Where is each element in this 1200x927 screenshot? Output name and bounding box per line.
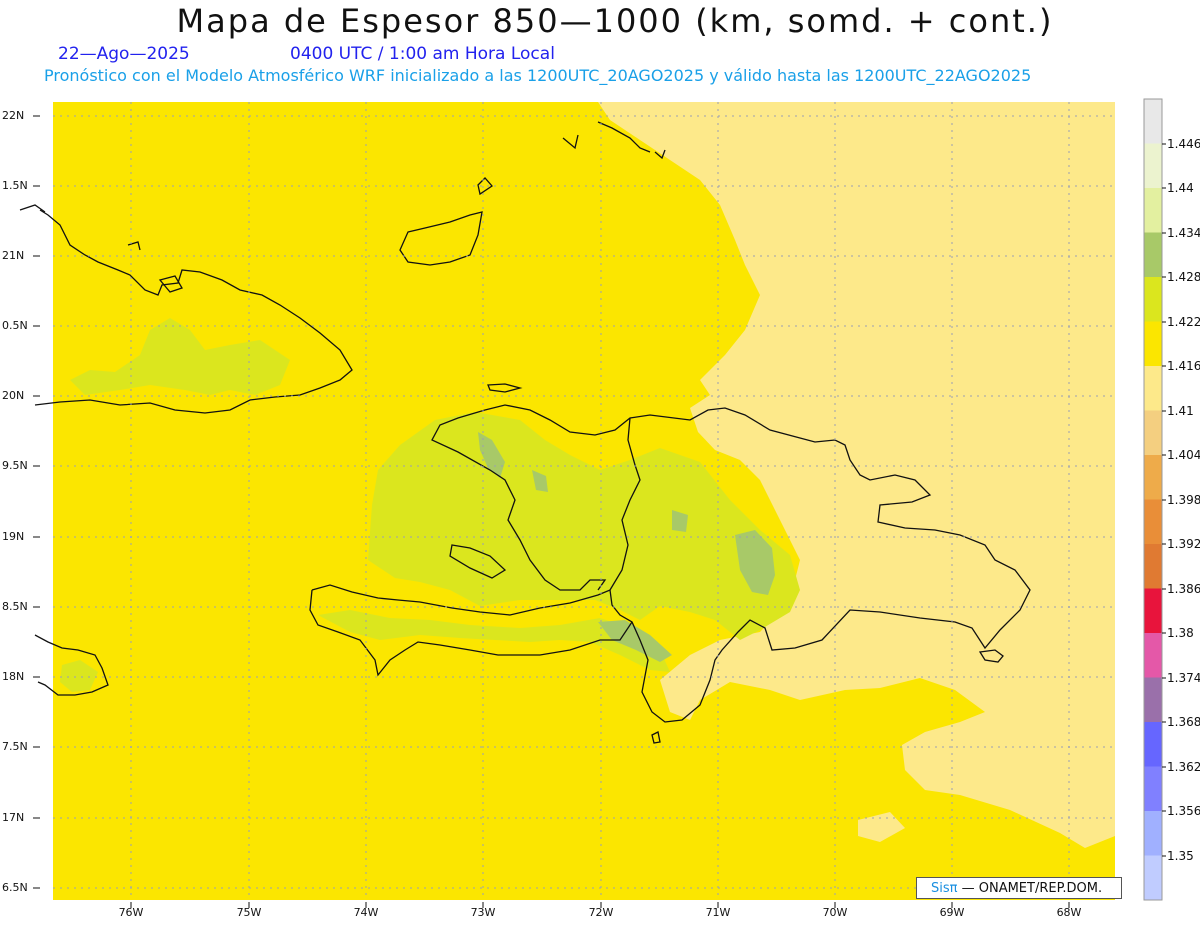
lat-label: 8.5N <box>2 600 28 613</box>
colorbar-label: 1.416 <box>1167 359 1200 373</box>
colorbar-label: 1.35 <box>1167 849 1194 863</box>
colorbar-label: 1.374 <box>1167 671 1200 685</box>
colorbar-swatch <box>1144 677 1162 722</box>
colorbar-swatch <box>1144 277 1162 322</box>
colorbar-label: 1.404 <box>1167 448 1200 462</box>
forecast-time: 0400 UTC / 1:00 am Hora Local <box>290 44 555 64</box>
lat-label: 20N <box>2 389 25 402</box>
credit-text: — ONAMET/REP.DOM. <box>961 881 1103 896</box>
colorbar-label: 1.428 <box>1167 270 1200 284</box>
lat-label: 7.5N <box>2 740 28 753</box>
colorbar-label: 1.44 <box>1167 181 1194 195</box>
colorbar-label: 1.41 <box>1167 404 1194 418</box>
colorbar-label: 1.422 <box>1167 315 1200 329</box>
colorbar-label: 1.368 <box>1167 715 1200 729</box>
lon-label: 73W <box>470 906 496 919</box>
lat-label: 21N <box>2 249 25 262</box>
lat-label: 6.5N <box>2 881 28 894</box>
colorbar-swatch <box>1144 232 1162 277</box>
lat-label: 19N <box>2 530 25 543</box>
lon-label: 68W <box>1056 906 1082 919</box>
colorbar-label: 1.362 <box>1167 760 1200 774</box>
lon-label: 71W <box>705 906 731 919</box>
credit-box: Sisπ — ONAMET/REP.DOM. <box>916 877 1122 899</box>
colorbar-label: 1.392 <box>1167 537 1200 551</box>
colorbar-swatch <box>1144 544 1162 589</box>
lon-label: 69W <box>939 906 965 919</box>
colorbar-label: 1.356 <box>1167 804 1200 818</box>
colorbar-swatch <box>1144 410 1162 455</box>
forecast-date: 22—Ago—2025 <box>58 44 190 64</box>
colorbar-swatch <box>1144 811 1162 856</box>
colorbar-swatch <box>1144 321 1162 366</box>
map-plot-area <box>19 102 1115 908</box>
lat-label: 0.5N <box>2 319 28 332</box>
colorbar-swatch <box>1144 722 1162 767</box>
lon-label: 70W <box>822 906 848 919</box>
sispi-logo: Sisπ <box>931 881 958 896</box>
colorbar-ticks <box>1162 143 1166 857</box>
colorbar-swatch <box>1144 588 1162 633</box>
lat-label: 9.5N <box>2 459 28 472</box>
lat-label: 18N <box>2 670 25 683</box>
colorbar-label: 1.434 <box>1167 226 1200 240</box>
colorbar-swatch <box>1144 455 1162 500</box>
lat-label: 1.5N <box>2 179 28 192</box>
lon-label: 75W <box>236 906 262 919</box>
colorbar-label: 1.446 <box>1167 137 1200 151</box>
lon-label: 72W <box>588 906 614 919</box>
colorbar-swatch <box>1144 366 1162 411</box>
colorbar-swatch <box>1144 633 1162 678</box>
colorbar-swatch <box>1144 99 1162 144</box>
colorbar-swatch <box>1144 499 1162 544</box>
colorbar-swatch <box>1144 188 1162 233</box>
lon-label: 74W <box>353 906 379 919</box>
colorbar <box>1143 98 1163 901</box>
model-subtitle: Pronóstico con el Modelo Atmosférico WRF… <box>44 66 1032 85</box>
colorbar-swatch <box>1144 766 1162 811</box>
map-title: Mapa de Espesor 850—1000 (km, somd. + co… <box>176 2 1054 40</box>
colorbar-swatch <box>1144 143 1162 188</box>
colorbar-label: 1.386 <box>1167 582 1200 596</box>
lat-label: 17N <box>2 811 25 824</box>
colorbar-label: 1.38 <box>1167 626 1194 640</box>
lat-label: 22N <box>2 109 25 122</box>
colorbar-label: 1.398 <box>1167 493 1200 507</box>
colorbar-swatch <box>1144 855 1162 900</box>
thickness-map <box>19 98 1166 908</box>
lon-label: 76W <box>118 906 144 919</box>
